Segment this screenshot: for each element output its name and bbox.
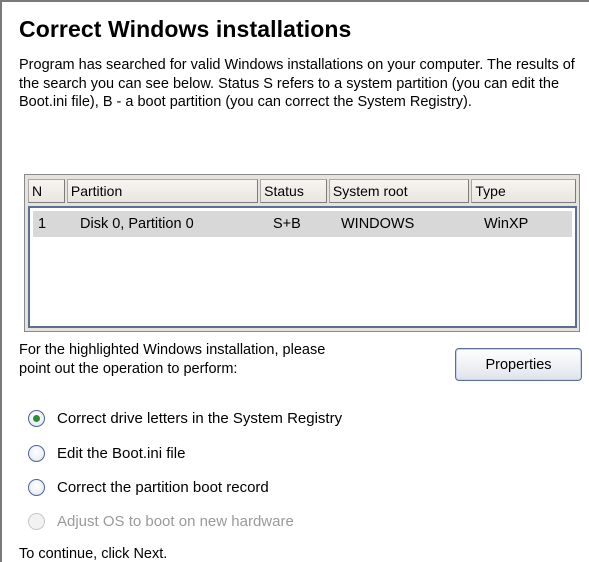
radio-icon[interactable]: [28, 478, 45, 496]
column-header-system-root[interactable]: System root: [328, 179, 470, 203]
page-title: Correct Windows installations: [19, 16, 352, 42]
radio-checked-icon[interactable]: [28, 409, 45, 427]
table-body[interactable]: 1 Disk 0, Partition 0 S+B WINDOWS WinXP: [28, 206, 577, 328]
column-header-partition[interactable]: Partition: [66, 179, 259, 203]
cell-system-root: WINDOWS: [341, 216, 415, 232]
properties-button[interactable]: Properties: [455, 348, 582, 381]
cell-n: 1: [38, 216, 47, 232]
option-label: Correct drive letters in the System Regi…: [57, 409, 343, 427]
operation-hint: For the highlighted Windows installation…: [19, 341, 325, 379]
option-label: Correct the partition boot record: [57, 478, 269, 496]
operation-hint-line-2: point out the operation to perform:: [19, 361, 238, 377]
column-header-n[interactable]: N: [28, 179, 65, 203]
installations-table: N Partition Status System root Type 1 Di…: [24, 174, 580, 332]
option-label: Edit the Boot.ini file: [57, 444, 186, 462]
table-row[interactable]: 1 Disk 0, Partition 0 S+B WINDOWS WinXP: [33, 211, 572, 237]
option-correct-boot-record[interactable]: Correct the partition boot record: [28, 476, 269, 498]
footer-instruction: To continue, click Next.: [19, 546, 168, 562]
cell-status: S+B: [273, 216, 301, 232]
table-header: N Partition Status System root Type: [28, 179, 576, 205]
cell-type: WinXP: [484, 216, 529, 232]
option-edit-boot-ini[interactable]: Edit the Boot.ini file: [28, 442, 185, 464]
cell-partition: Disk 0, Partition 0: [80, 216, 194, 232]
option-correct-drive-letters[interactable]: Correct drive letters in the System Regi…: [28, 407, 342, 429]
column-header-type[interactable]: Type: [471, 179, 576, 203]
option-label: Adjust OS to boot on new hardware: [57, 512, 294, 530]
operation-hint-line-1: For the highlighted Windows installation…: [19, 342, 326, 358]
radio-disabled-icon: [28, 512, 45, 530]
wizard-page: Correct Windows installations Program ha…: [0, 0, 589, 562]
option-adjust-os-hardware: Adjust OS to boot on new hardware: [28, 510, 294, 532]
column-header-status[interactable]: Status: [260, 179, 327, 203]
radio-icon[interactable]: [28, 444, 45, 462]
page-description: Program has searched for valid Windows i…: [19, 57, 575, 110]
